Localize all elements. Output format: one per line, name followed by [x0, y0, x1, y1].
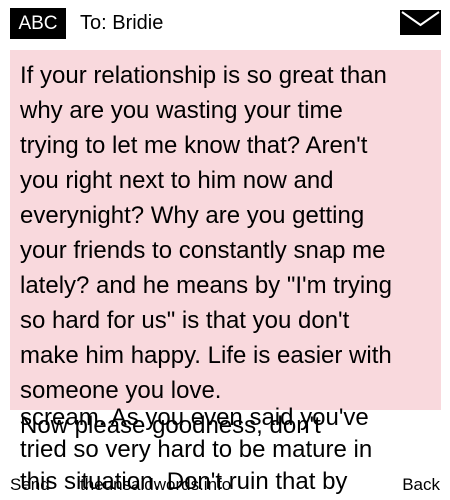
- send-button[interactable]: Send: [10, 474, 50, 496]
- compose-header: ABC To: Bridie: [0, 0, 450, 46]
- message-body-text[interactable]: If your relationship is so great than wh…: [20, 58, 440, 443]
- watermark-text: theunsaidwords.info: [80, 475, 232, 494]
- input-mode-badge[interactable]: ABC: [10, 8, 66, 39]
- recipient-field[interactable]: To: Bridie: [80, 11, 163, 35]
- softkey-bar: Send theunsaidwords.info Back: [0, 472, 450, 500]
- back-button[interactable]: Back: [402, 474, 440, 496]
- envelope-icon: [400, 10, 441, 35]
